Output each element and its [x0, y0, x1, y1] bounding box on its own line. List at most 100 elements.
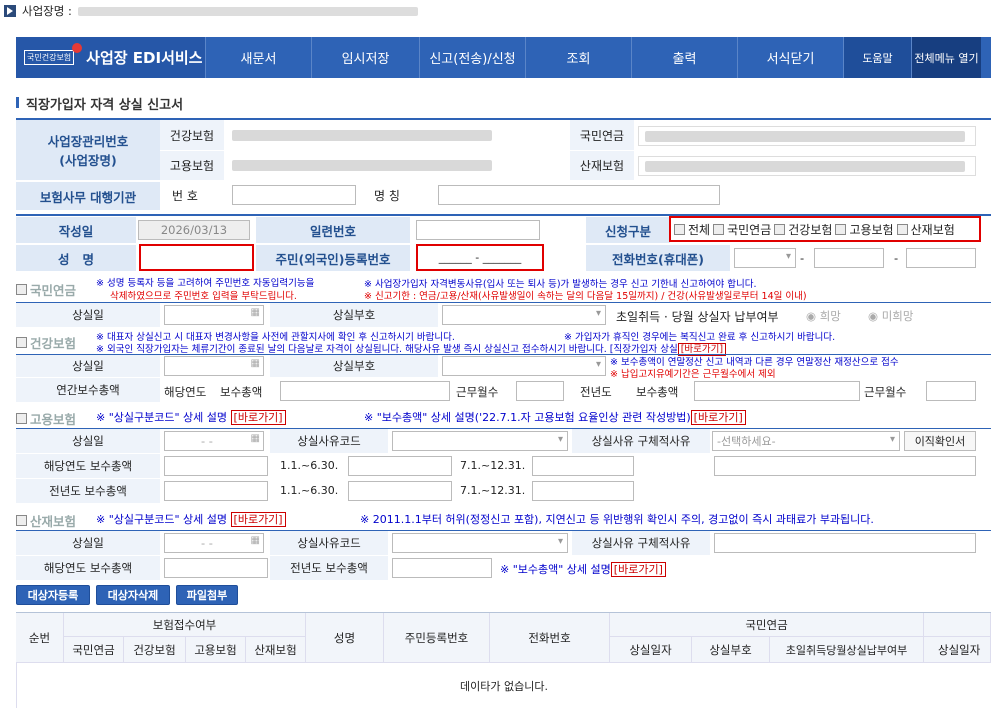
grid-header-pension: 국민연금 [64, 637, 124, 663]
pension-divider [16, 302, 991, 303]
health-section-checkbox[interactable] [16, 337, 27, 348]
health-prev-months-label: 근무월수 [864, 385, 907, 399]
employment-this-year-total-input[interactable] [164, 456, 268, 476]
employment-code-goto-link[interactable]: [바로가기] [230, 410, 286, 425]
health-section-label: 건강보험 [30, 336, 77, 351]
employment-prev-year-total-input[interactable] [164, 481, 268, 501]
grid-header-accept: 보험접수여부 [64, 613, 306, 637]
menu-submit[interactable]: 신고(전송)/신청 [420, 37, 526, 78]
pension-section-checkbox[interactable] [16, 284, 27, 295]
write-date-field: 2026/03/13 [138, 220, 250, 240]
grid-header-loss-date: 상실일자 [610, 637, 692, 663]
employment-section-label: 고용보험 [30, 412, 77, 427]
pension-loss-date-label: 상실일 [16, 303, 160, 327]
employment-prev-period-1-input[interactable] [348, 481, 452, 501]
grid-header-health: 건강보험 [124, 637, 186, 663]
name-input[interactable] [139, 244, 254, 271]
industrial-total-goto-link[interactable]: [바로가기] [610, 562, 666, 577]
phone-mid-input[interactable] [814, 248, 884, 268]
employment-loss-date-input[interactable]: - - [164, 431, 264, 451]
pension-loss-code-label: 상실부호 [270, 303, 438, 327]
employment-period-2-label: 7.1.~12.31. [460, 459, 526, 472]
health-prev-months-input[interactable] [926, 381, 976, 401]
agent-number-input[interactable] [232, 185, 356, 205]
industrial-loss-date-label: 상실일 [16, 531, 160, 555]
grid-header-first-month: 초일취득당월상실납부여부 [770, 637, 924, 663]
employment-section-checkbox[interactable] [16, 413, 27, 424]
apply-pension-checkbox[interactable] [713, 223, 725, 235]
pension-section-title: 국민연금 [16, 280, 76, 299]
apply-employment-checkbox[interactable] [835, 223, 847, 235]
industrial-code-goto-link[interactable]: [바로가기] [230, 512, 286, 527]
serial-input[interactable] [416, 220, 540, 240]
health-loss-code-label: 상실부호 [270, 355, 438, 377]
employment-prev-year-total-label: 전년도 보수총액 [16, 479, 160, 503]
industrial-reason-detail-input[interactable] [714, 533, 976, 553]
phone-dash-1: - [800, 251, 805, 265]
employment-reason-detail-input[interactable] [714, 456, 976, 476]
industrial-reason-detail-label: 상실사유 구체적사유 [572, 531, 710, 555]
employment-reason-detail-select[interactable]: -선택하세요- [712, 431, 900, 451]
apply-type-label: 신청구분 [586, 217, 670, 243]
menu-temp-save[interactable]: 임시저장 [312, 37, 420, 78]
menu-help[interactable]: 도움말 [844, 37, 912, 78]
employment-section-title: 고용보험 [16, 409, 76, 428]
health-months-input[interactable] [516, 381, 564, 401]
agent-name-input[interactable] [438, 185, 720, 205]
industrial-reason-code-select[interactable] [392, 533, 568, 553]
delete-target-button[interactable]: 대상자삭제 [96, 585, 170, 605]
employment-period-2-input[interactable] [532, 456, 634, 476]
industrial-prev-year-total-label: 전년도 보수총액 [270, 556, 388, 580]
industrial-reason-code-label: 상실사유코드 [270, 531, 388, 555]
health-this-year-label: 해당연도 [164, 385, 207, 399]
industrial-divider [16, 530, 991, 531]
health-label: 건강보험 [160, 120, 224, 150]
health-total-label: 보수총액 [220, 385, 263, 399]
health-prev-total-input[interactable] [694, 381, 860, 401]
agent-number-label: 번 호 [172, 189, 198, 203]
name-label: 성 명 [16, 245, 136, 271]
pension-loss-code-select[interactable] [442, 305, 606, 325]
grid-header-seq: 순번 [16, 613, 64, 663]
rrn-input[interactable]: ______ - _______ [416, 244, 544, 271]
health-this-year-total-input[interactable] [280, 381, 450, 401]
employment-period-1-input[interactable] [348, 456, 452, 476]
employment-reason-code-select[interactable] [392, 431, 568, 451]
employment-prev-period-2-input[interactable] [532, 481, 634, 501]
phone-prefix-select[interactable] [734, 248, 796, 268]
window-topbar: 사업장명 : [0, 0, 991, 22]
pension-nohope-radio[interactable]: ◉ 미희망 [868, 308, 913, 324]
menu-new[interactable]: 새문서 [206, 37, 312, 78]
pension-loss-date-input[interactable] [164, 305, 264, 325]
health-loss-code-select[interactable] [442, 356, 606, 376]
phone-last-input[interactable] [906, 248, 976, 268]
employment-note-2: ※ "보수총액" 상세 설명('22.7.1.자 고용보험 요율인상 관련 작성… [364, 409, 746, 425]
industrial-section-checkbox[interactable] [16, 515, 27, 526]
phone-label: 전화번호(휴대폰) [586, 245, 730, 271]
industrial-prev-year-total-input[interactable] [392, 558, 492, 578]
health-note-3: ※ 외국인 직장가입자는 체류기간이 종료된 날의 다음날로 자격이 상실됩니다… [96, 341, 727, 356]
apply-health-checkbox[interactable] [774, 223, 786, 235]
employment-prev-period-1-label: 1.1.~6.30. [280, 484, 339, 497]
apply-pension-label: 국민연금 [727, 222, 772, 237]
health-loss-date-input[interactable] [164, 356, 264, 376]
employment-total-goto-link[interactable]: [바로가기] [690, 410, 746, 425]
industrial-section-title: 산재보험 [16, 511, 76, 530]
pension-note-1b: 삭제하였으므로 주민번호 입력을 부탁드립니다. [110, 291, 297, 302]
pension-hope-radio[interactable]: ◉ 희망 [806, 308, 841, 324]
employment-confirm-button[interactable]: 이직확인서 [904, 431, 976, 451]
attach-file-button[interactable]: 파일첨부 [176, 585, 238, 605]
industrial-loss-date-input[interactable]: - - [164, 533, 264, 553]
menu-all[interactable]: 전체메뉴 열기 [912, 37, 981, 78]
menu-search[interactable]: 조회 [526, 37, 632, 78]
grid-header-loss-date-2: 상실일자 [924, 637, 991, 663]
menu-close-form[interactable]: 서식닫기 [738, 37, 844, 78]
brand-logo[interactable]: 국민건강보험 사업장 EDI서비스 [16, 37, 206, 78]
add-target-button[interactable]: 대상자등록 [16, 585, 90, 605]
apply-industrial-checkbox[interactable] [896, 223, 908, 235]
menu-print[interactable]: 출력 [632, 37, 738, 78]
health-loss-date-label: 상실일 [16, 355, 160, 377]
apply-all-checkbox[interactable] [674, 223, 685, 235]
industrial-this-year-total-input[interactable] [164, 558, 268, 578]
grid-header-employment: 고용보험 [186, 637, 246, 663]
